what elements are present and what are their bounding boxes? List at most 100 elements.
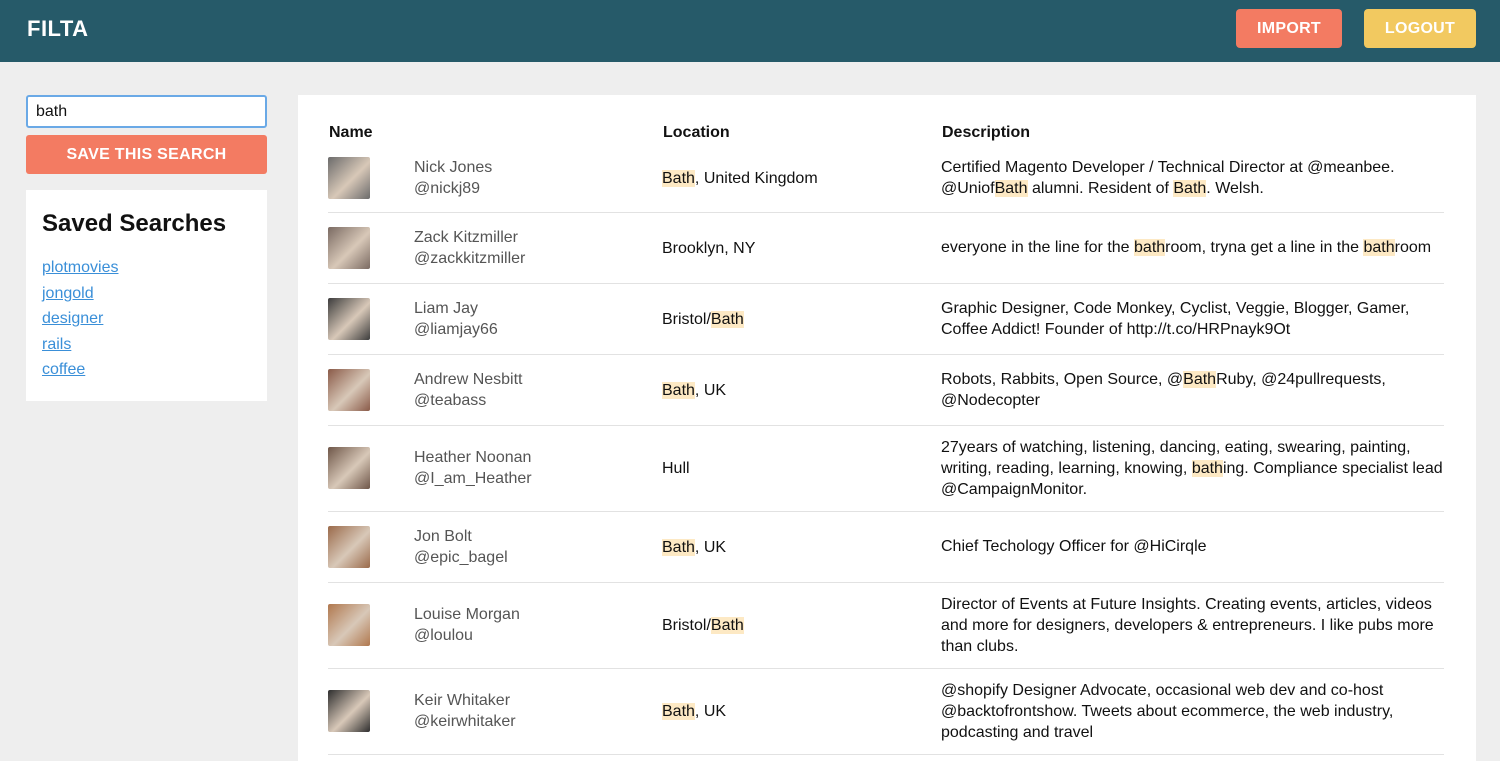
location-cell: Brooklyn, NY: [662, 238, 755, 259]
user-handle[interactable]: @loulou: [414, 625, 520, 646]
user-handle[interactable]: @keirwhitaker: [414, 711, 516, 732]
user-cell: Keir Whitaker @keirwhitaker: [414, 690, 516, 732]
text-segment: Brooklyn, NY: [662, 239, 756, 257]
user-cell: Heather Noonan @I_am_Heather: [414, 447, 532, 489]
text-segment: room, tryna get a line in the: [1165, 239, 1364, 256]
saved-search-link[interactable]: rails: [42, 332, 251, 358]
table-row[interactable]: Heather Noonan @I_am_Heather Hull 27years o…: [328, 426, 1444, 512]
description-cell: Graphic Designer, Code Monkey, Cyclist, …: [941, 298, 1446, 340]
avatar[interactable]: [328, 690, 370, 732]
user-handle[interactable]: @I_am_Heather: [414, 468, 532, 489]
user-cell: Louise Morgan @loulou: [414, 604, 520, 646]
search-highlight: Bath: [662, 538, 695, 556]
user-name[interactable]: Heather Noonan: [414, 447, 532, 468]
user-name[interactable]: Zack Kitzmiller: [414, 227, 525, 248]
search-highlight: Bath: [1183, 371, 1217, 388]
text-segment: Bristol/: [662, 310, 711, 328]
user-handle[interactable]: @epic_bagel: [414, 547, 508, 568]
search-highlight: Bath: [994, 180, 1028, 197]
user-handle[interactable]: @liamjay66: [414, 319, 498, 340]
saved-search-link[interactable]: designer: [42, 306, 251, 332]
text-segment: Hull: [662, 460, 690, 477]
avatar[interactable]: [328, 368, 370, 411]
table-row[interactable]: Andrew Nesbitt @teabass Bath, UK Robots, Ra…: [328, 355, 1444, 426]
avatar[interactable]: [328, 156, 370, 199]
location-cell: Bath, UK: [662, 701, 726, 722]
table-row[interactable]: Jon Bolt @epic_bagel Bath, UK Chief Techolo…: [328, 512, 1444, 583]
location-cell: Bristol/Bath: [662, 309, 744, 330]
import-button[interactable]: IMPORT: [1236, 9, 1342, 48]
location-cell: Bath, UK: [662, 380, 726, 401]
user-handle[interactable]: @nickj89: [414, 178, 492, 199]
location-cell: Bristol/Bath: [662, 615, 744, 636]
search-highlight: Bath: [1173, 180, 1207, 197]
column-header-name[interactable]: Name: [329, 124, 373, 142]
description-cell: Director of Events at Future Insights. C…: [941, 594, 1446, 657]
search-highlight: bath: [1134, 239, 1166, 256]
app-logo[interactable]: FILTA: [27, 16, 89, 42]
description-cell: Chief Techology Officer for @HiCirqle: [941, 536, 1446, 557]
text-segment: . Welsh.: [1206, 180, 1264, 197]
saved-searches-panel: Saved Searches plotmovies jongold design…: [26, 190, 267, 401]
user-cell: Liam Jay @liamjay66: [414, 298, 498, 340]
text-segment: Bristol/: [662, 617, 711, 634]
user-name[interactable]: Keir Whitaker: [414, 690, 516, 711]
location-cell: Hull: [662, 458, 690, 479]
location-cell: Bath, United Kingdom: [662, 168, 818, 189]
user-handle[interactable]: @teabass: [414, 390, 523, 411]
table-row[interactable]: Zack Kitzmiller @zackkitzmiller Brooklyn, …: [328, 213, 1444, 284]
avatar[interactable]: [328, 297, 370, 340]
text-segment: @shopify Designer Advocate, occasional w…: [941, 682, 1394, 741]
user-cell: Jon Bolt @epic_bagel: [414, 526, 508, 568]
saved-search-link[interactable]: jongold: [42, 281, 251, 307]
description-cell: everyone in the line for the bathroom, t…: [941, 237, 1446, 258]
search-highlight: Bath: [662, 703, 695, 720]
text-segment: everyone in the line for the: [941, 239, 1135, 256]
column-header-location[interactable]: Location: [663, 124, 730, 142]
avatar[interactable]: [328, 604, 370, 646]
avatar[interactable]: [328, 226, 370, 269]
user-name[interactable]: Nick Jones: [414, 157, 492, 178]
user-name[interactable]: Louise Morgan: [414, 604, 520, 625]
user-name[interactable]: Andrew Nesbitt: [414, 369, 523, 390]
search-highlight: Bath: [662, 169, 695, 187]
description-cell: 27years of watching, listening, dancing,…: [941, 437, 1446, 500]
table-row[interactable]: Keir Whitaker @keirwhitaker Bath, UK @shopi…: [328, 669, 1444, 755]
avatar[interactable]: [328, 447, 370, 489]
search-highlight: bath: [1191, 460, 1223, 477]
user-cell: Zack Kitzmiller @zackkitzmiller: [414, 227, 525, 269]
user-name[interactable]: Liam Jay: [414, 298, 498, 319]
table-row[interactable]: Liam Jay @liamjay66 Bristol/Bath Graphic De…: [328, 284, 1444, 355]
description-cell: Certified Magento Developer / Technical …: [941, 157, 1446, 199]
text-segment: Graphic Designer, Code Monkey, Cyclist, …: [941, 300, 1410, 338]
text-segment: , UK: [694, 703, 727, 720]
text-segment: Director of Events at Future Insights. C…: [941, 596, 1434, 655]
text-segment: , UK: [694, 538, 727, 556]
text-segment: , United Kingdom: [694, 169, 818, 187]
user-cell: Nick Jones @nickj89: [414, 157, 492, 199]
table-row[interactable]: Louise Morgan @loulou Bristol/Bath Director…: [328, 583, 1444, 669]
top-nav-bar: FILTA IMPORT LOGOUT: [0, 0, 1500, 62]
search-highlight: bath: [1363, 239, 1395, 256]
search-input[interactable]: [26, 95, 267, 128]
saved-search-link[interactable]: coffee: [42, 357, 251, 383]
user-cell: Andrew Nesbitt @teabass: [414, 369, 523, 411]
table-row[interactable]: Nick Jones @nickj89 Bath, United Kingdom Ce…: [328, 144, 1444, 213]
text-segment: , UK: [694, 381, 727, 399]
user-handle[interactable]: @zackkitzmiller: [414, 248, 525, 269]
avatar[interactable]: [328, 525, 370, 568]
text-segment: room: [1394, 239, 1432, 256]
text-segment: Robots, Rabbits, Open Source, @: [941, 371, 1184, 388]
logout-button[interactable]: LOGOUT: [1364, 9, 1476, 48]
saved-searches-title: Saved Searches: [42, 210, 227, 237]
saved-search-link[interactable]: plotmovies: [42, 255, 251, 281]
column-header-description[interactable]: Description: [942, 124, 1030, 142]
search-highlight: Bath: [710, 617, 744, 634]
save-search-button[interactable]: SAVE THIS SEARCH: [26, 135, 267, 174]
description-cell: @shopify Designer Advocate, occasional w…: [941, 680, 1446, 743]
text-segment: Chief Techology Officer for @HiCirqle: [941, 538, 1207, 555]
search-highlight: Bath: [710, 310, 744, 328]
text-segment: alumni. Resident of: [1027, 180, 1174, 197]
description-cell: Robots, Rabbits, Open Source, @BathRuby,…: [941, 369, 1446, 411]
user-name[interactable]: Jon Bolt: [414, 526, 508, 547]
